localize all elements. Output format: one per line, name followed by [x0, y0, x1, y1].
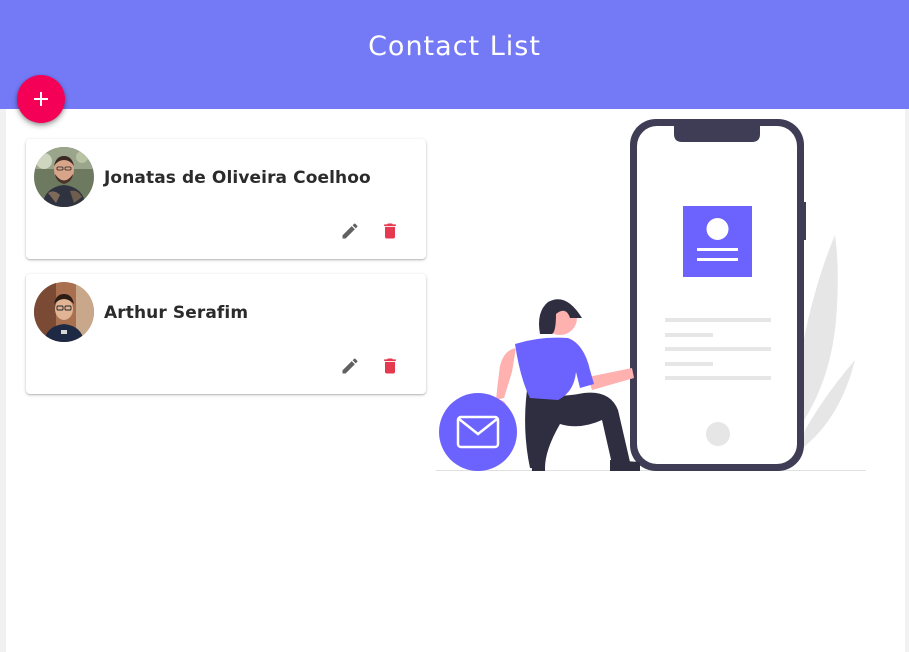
delete-button[interactable] [376, 217, 404, 245]
edit-button[interactable] [336, 217, 364, 245]
trash-icon [384, 358, 396, 374]
plus-icon [34, 92, 48, 106]
app-header: Contact List [0, 0, 909, 109]
add-contact-button[interactable] [17, 75, 65, 123]
contact-name: Jonatas de Oliveira Coelhoo [104, 168, 371, 188]
app-root: Contact List Jonatas de Oliveira Coelhoo… [0, 0, 909, 652]
phone-illustration [630, 119, 806, 471]
contact-name: Arthur Serafim [104, 303, 249, 323]
envelope-icon [439, 393, 517, 471]
avatar [34, 282, 94, 342]
avatar [34, 147, 94, 207]
page-title: Contact List [368, 31, 541, 62]
contacts-illustration [436, 119, 866, 471]
edit-button[interactable] [336, 352, 364, 380]
left-gutter [0, 109, 6, 652]
delete-button[interactable] [376, 352, 404, 380]
pencil-icon [342, 223, 358, 239]
pencil-icon [342, 358, 358, 374]
contact-card[interactable]: Arthur Serafim [26, 274, 426, 394]
right-gutter [905, 109, 909, 652]
contact-card[interactable]: Jonatas de Oliveira Coelhoo [26, 139, 426, 259]
trash-icon [384, 223, 396, 239]
person-illustration [494, 299, 640, 471]
